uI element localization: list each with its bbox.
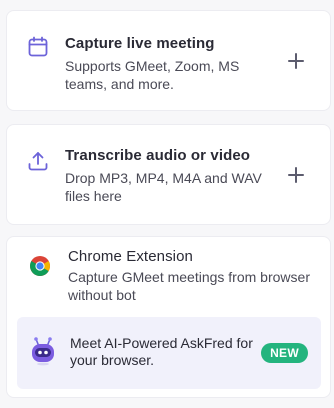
- card-description: Capture GMeet meetings from browser with…: [68, 269, 310, 303]
- upload-icon: [26, 149, 50, 173]
- new-badge: NEW: [261, 343, 308, 363]
- card-title: Capture live meeting: [65, 35, 215, 52]
- chrome-extension-card[interactable]: Chrome Extension Capture GMeet meetings …: [6, 236, 331, 398]
- askfred-promo-banner[interactable]: Meet AI-Powered AskFred for your browser…: [17, 317, 321, 389]
- capture-live-meeting-card[interactable]: Capture live meeting Supports GMeet, Zoo…: [6, 10, 331, 111]
- add-live-meeting-button[interactable]: [286, 51, 306, 71]
- promo-text: Meet AI-Powered AskFred for your browser…: [70, 335, 253, 368]
- add-file-button[interactable]: [286, 165, 306, 185]
- bot-icon: [30, 337, 56, 367]
- calendar-icon: [26, 35, 50, 59]
- card-title: Chrome Extension: [68, 248, 193, 265]
- card-description: Supports GMeet, Zoom, MS teams, and more…: [65, 58, 240, 92]
- chrome-icon: [28, 254, 52, 278]
- card-description: Drop MP3, MP4, M4A and WAV files here: [65, 170, 262, 204]
- transcribe-file-card[interactable]: Transcribe audio or video Drop MP3, MP4,…: [6, 124, 331, 225]
- card-title: Transcribe audio or video: [65, 147, 251, 164]
